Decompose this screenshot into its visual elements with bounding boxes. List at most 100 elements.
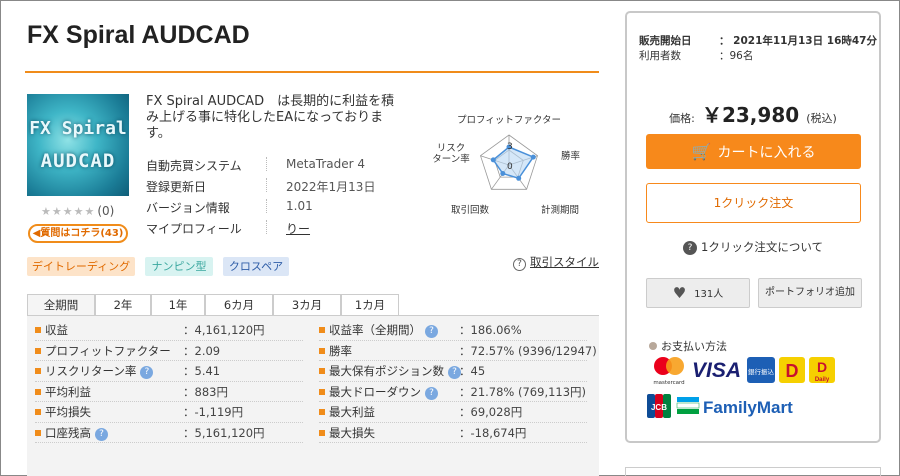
trade-style-link[interactable]: ? 取引スタイル bbox=[513, 254, 599, 271]
stat-bullet bbox=[35, 327, 41, 333]
help-icon[interactable]: ? bbox=[425, 386, 438, 400]
stat-divider bbox=[319, 442, 587, 443]
bank-transfer-logo: 銀行振込 bbox=[747, 357, 775, 383]
stat-label-wrap: 最大損失 bbox=[329, 423, 375, 443]
add-portfolio-button[interactable]: ポートフォリオ追加 bbox=[758, 278, 862, 308]
svg-text:D: D bbox=[786, 361, 799, 381]
sale-start-label: 販売開始日 bbox=[639, 35, 692, 47]
payment-methods-title: お支払い方法 bbox=[649, 338, 727, 354]
stat-label: プロフィットファクター bbox=[45, 343, 171, 358]
price-value: ￥23,980 bbox=[701, 103, 800, 127]
product-main: FX Spiral AUDCAD FX Spiral AUDCAD ★★★★★(… bbox=[1, 1, 616, 476]
stat-bullet bbox=[319, 368, 325, 374]
tag-daytrading[interactable]: デイトレーディング bbox=[27, 257, 135, 276]
tab-6-months[interactable]: 6カ月 bbox=[205, 294, 273, 316]
thumbnail-text-line2: AUDCAD bbox=[40, 150, 116, 172]
stat-bullet bbox=[319, 429, 325, 436]
favorite-button[interactable]: ♥ 131人 bbox=[646, 278, 750, 308]
page-title: FX Spiral AUDCAD bbox=[27, 21, 250, 49]
users-label: 利用者数 bbox=[639, 50, 681, 62]
tab-1-month[interactable]: 1カ月 bbox=[341, 294, 399, 316]
tab-all-period[interactable]: 全期間 bbox=[27, 294, 95, 316]
one-click-order-button[interactable]: 1クリック注文 bbox=[646, 183, 861, 223]
stat-label: 最大保有ポジション数 bbox=[329, 364, 444, 378]
info-value: 2022年1月13日 bbox=[286, 180, 376, 194]
info-row-version: バージョン情報 1.01 bbox=[146, 197, 411, 218]
tab-3-months[interactable]: 3カ月 bbox=[273, 294, 341, 316]
help-icon[interactable]: ? bbox=[95, 427, 108, 441]
radar-scale-max: 3 bbox=[507, 142, 513, 152]
help-icon[interactable]: ? bbox=[425, 325, 438, 338]
cart-icon: 🛒 bbox=[691, 142, 712, 161]
info-row-updated: 登録更新日 2022年1月13日 bbox=[146, 176, 411, 197]
left-stat-row: 収益 ：4,161,120円 bbox=[35, 320, 305, 340]
profile-link[interactable]: りー bbox=[286, 220, 310, 237]
add-to-cart-button[interactable]: 🛒 カートに入れる bbox=[646, 134, 861, 169]
tab-1-year[interactable]: 1年 bbox=[151, 294, 205, 316]
price-label: 価格: bbox=[669, 112, 695, 125]
info-separator bbox=[266, 178, 267, 192]
stat-label: 最大損失 bbox=[329, 425, 375, 440]
stat-label-wrap: 口座残高? bbox=[45, 423, 108, 443]
familymart-text: FamilyMart bbox=[703, 398, 793, 417]
right-stat-row: 最大保有ポジション数? ：45 bbox=[319, 361, 589, 381]
stat-label-wrap: 収益 bbox=[45, 320, 68, 340]
stat-label: 最大ドローダウン bbox=[329, 384, 421, 399]
radar-point-trades bbox=[500, 171, 506, 176]
one-click-help-label: 1クリック注文について bbox=[701, 240, 823, 254]
stat-label: 収益率（全期間） bbox=[329, 323, 421, 337]
heart-icon: ♥ bbox=[672, 284, 687, 302]
info-value: MetaTrader 4 bbox=[286, 157, 366, 171]
help-icon[interactable]: ? bbox=[140, 366, 154, 379]
radar-label-risk-return-line: リスク bbox=[437, 143, 466, 154]
stat-value: ：72.57% (9396/12947) bbox=[459, 343, 597, 358]
stat-divider bbox=[35, 442, 303, 443]
stat-label: 最大利益 bbox=[329, 405, 375, 419]
stat-value: ：883円 bbox=[183, 384, 228, 399]
tag-crosspair[interactable]: クロスペア bbox=[223, 257, 289, 276]
stat-label-wrap: 収益率（全期間）? bbox=[329, 320, 438, 340]
left-stat-row: リスクリターン率? ：5.41 bbox=[35, 361, 305, 381]
left-stat-row: 平均損失 ：-1,119円 bbox=[35, 402, 305, 422]
stat-value: ：2.09 bbox=[183, 343, 221, 358]
radar-point-win-rate bbox=[530, 154, 536, 160]
product-info-list: 自動売買システム MetaTrader 4 登録更新日 2022年1月13日 バ… bbox=[146, 155, 411, 239]
trade-style-label: 取引スタイル bbox=[530, 255, 599, 269]
info-separator bbox=[266, 199, 267, 213]
right-stat-row: 収益率（全期間）? ：186.06% bbox=[319, 320, 589, 340]
product-thumbnail[interactable]: FX Spiral AUDCAD bbox=[27, 94, 129, 196]
one-click-help-link[interactable]: ? 1クリック注文について bbox=[627, 239, 879, 255]
right-stat-row: 最大損失 ：-18,674円 bbox=[319, 423, 589, 443]
stat-bullet bbox=[35, 347, 41, 354]
stat-label: 口座残高 bbox=[45, 425, 91, 440]
radar-chart: プロフィットファクター 勝率 計測期間 取引回数 リスクターン率 3 0 bbox=[432, 115, 580, 216]
questions-button[interactable]: ◀質問はコチラ(43) bbox=[28, 224, 128, 243]
title-underline bbox=[25, 71, 599, 73]
stat-bullet bbox=[319, 327, 325, 333]
radar-label-profit-factor: プロフィットファクター bbox=[457, 115, 561, 126]
payment-logos-row1: mastercard VISA 銀行振込 D D Daily bbox=[653, 357, 835, 386]
stat-bullet bbox=[319, 388, 325, 395]
right-stat-row: 最大ドローダウン? ：21.78% (769,113円) bbox=[319, 382, 589, 402]
stat-label-wrap: リスクリターン率? bbox=[45, 361, 154, 381]
stat-bullet bbox=[35, 429, 41, 436]
left-stat-row: プロフィットファクター ：2.09 bbox=[35, 341, 305, 361]
right-stat-row: 最大利益 ：69,028円 bbox=[319, 402, 589, 422]
stat-label-wrap: 最大保有ポジション数? bbox=[329, 361, 461, 381]
bullet-dot bbox=[649, 342, 657, 350]
question-icon: ? bbox=[683, 241, 697, 255]
stat-label: リスクリターン率 bbox=[45, 364, 137, 378]
familymart-logo: FamilyMart bbox=[676, 397, 793, 417]
right-stat-row: 勝率 ：72.57% (9396/12947) bbox=[319, 341, 597, 361]
radar-label-risk-return: リスクターン率 bbox=[432, 143, 470, 165]
sale-start-value: ： 2021年11月13日 16時47分 bbox=[719, 35, 877, 47]
stat-label: 収益 bbox=[45, 323, 68, 337]
stat-value: ：-18,674円 bbox=[459, 425, 527, 440]
radar-label-period: 計測期間 bbox=[541, 204, 579, 216]
tab-2-years[interactable]: 2年 bbox=[95, 294, 151, 316]
users-value: ：96名 bbox=[719, 50, 754, 62]
stat-bullet bbox=[35, 409, 41, 415]
tag-nanpin[interactable]: ナンピン型 bbox=[145, 257, 213, 276]
stat-value: ：-1,119円 bbox=[183, 405, 244, 419]
product-description: FX Spiral AUDCAD は長期的に利益を積み上げる事に特化したEAにな… bbox=[146, 94, 395, 141]
